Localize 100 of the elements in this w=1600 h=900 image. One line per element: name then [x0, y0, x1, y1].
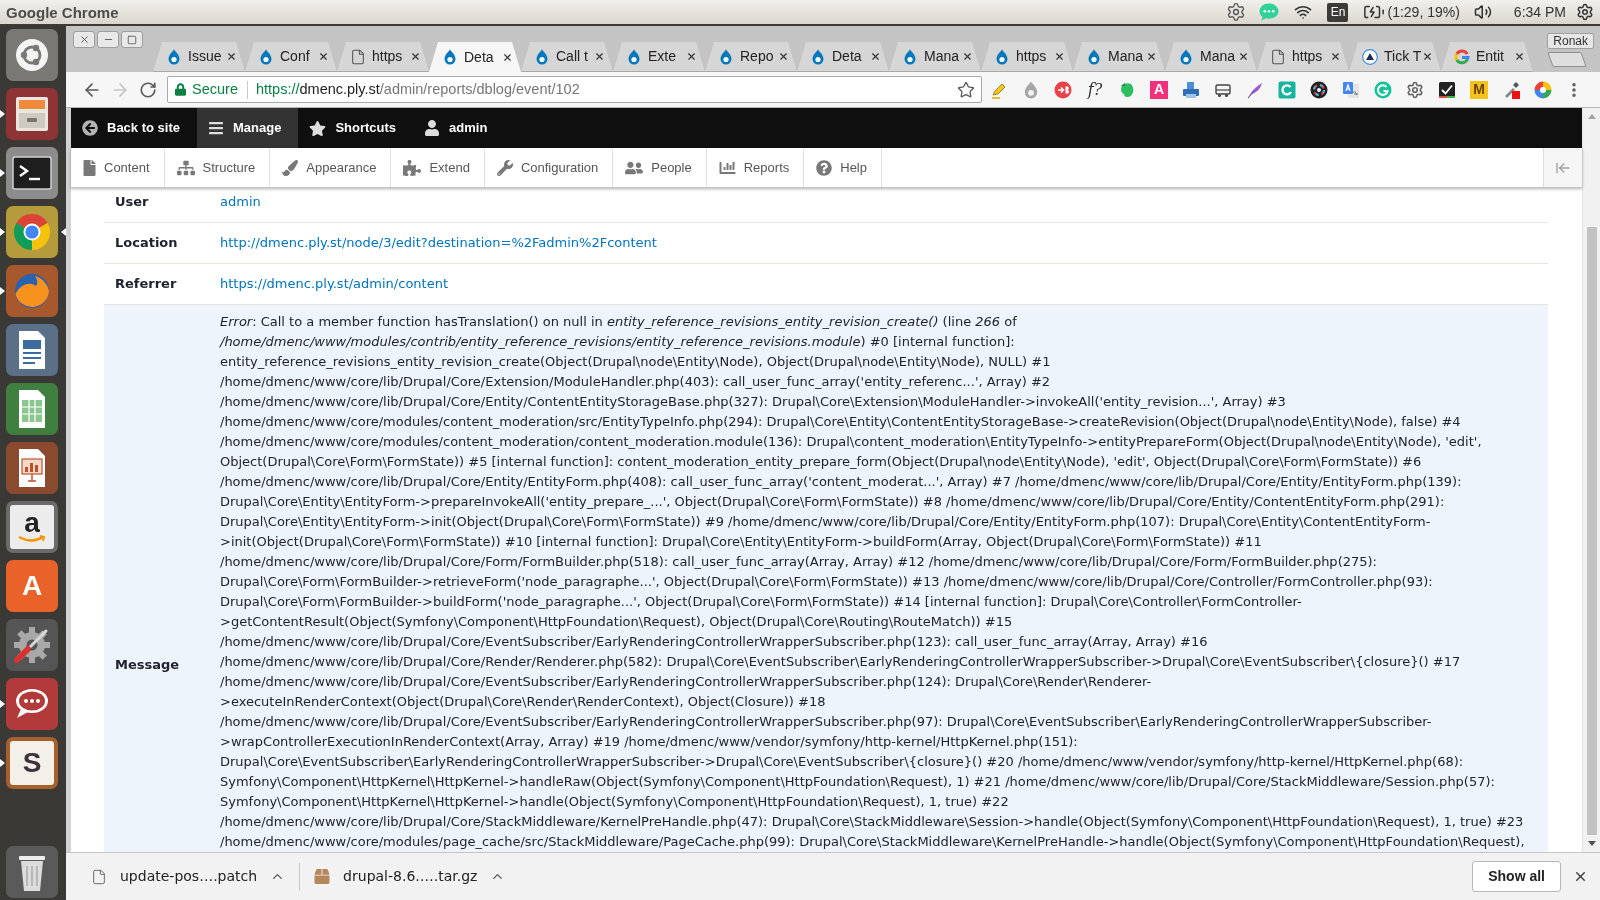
browser-tab[interactable]: https	[981, 42, 1073, 72]
close-icon[interactable]	[1238, 51, 1249, 62]
close-icon[interactable]	[1422, 51, 1433, 62]
close-icon[interactable]	[594, 51, 605, 62]
lock-icon	[175, 83, 186, 96]
ring-logo-icon[interactable]	[6, 206, 58, 258]
browser-tab[interactable]: Entit	[1441, 42, 1533, 72]
session-gear-icon[interactable]	[1576, 3, 1594, 21]
extension-button[interactable]: M	[1470, 80, 1488, 99]
browser-tab[interactable]: Mana	[1165, 42, 1257, 72]
download-item[interactable]: update-pos….patch	[80, 856, 300, 897]
tray-link[interactable]: Configuration	[484, 148, 614, 187]
wrench-icon	[496, 159, 513, 176]
toolbar-tab[interactable]: Manage	[197, 108, 299, 148]
bar-chart-icon	[718, 159, 736, 176]
user-icon	[424, 120, 441, 136]
square-ring-icon[interactable]	[1278, 80, 1296, 99]
gear-screwdriver-icon[interactable]	[6, 619, 58, 671]
launcher-app-button[interactable]: a	[6, 501, 58, 553]
clock[interactable]: 6:34 PM	[1513, 1, 1566, 23]
close-icon[interactable]	[1514, 51, 1525, 62]
close-icon[interactable]	[686, 51, 697, 62]
page-icon	[350, 48, 366, 65]
browser-tab[interactable]: Deta	[429, 42, 521, 72]
close-button[interactable]	[73, 31, 95, 48]
drop-icon	[718, 48, 734, 65]
browser-tab[interactable]: Mana	[1073, 42, 1165, 72]
tray-link[interactable]: Help	[804, 148, 882, 187]
speech-bubble-icon[interactable]	[6, 678, 58, 730]
show-all-button[interactable]: Show all	[1472, 861, 1561, 892]
close-icon[interactable]	[318, 51, 329, 62]
reload-icon[interactable]	[139, 80, 157, 99]
gear-icon[interactable]	[1226, 2, 1247, 22]
close-icon[interactable]	[778, 51, 789, 62]
browser-tab[interactable]: Tick T	[1349, 42, 1441, 72]
browser-tab[interactable]: Call t	[521, 42, 613, 72]
bookmark-star-icon[interactable]	[957, 80, 975, 99]
close-icon[interactable]	[1573, 869, 1588, 884]
browser-tab[interactable]: Mana	[889, 42, 981, 72]
drawer-icon[interactable]	[6, 88, 58, 140]
extension-button[interactable]: A	[1150, 80, 1168, 99]
tray-link[interactable]: Content	[71, 148, 165, 187]
scrollbar-thumb[interactable]	[1586, 227, 1597, 835]
browser-tab[interactable]: Issue	[153, 42, 245, 72]
presentation-icon[interactable]	[6, 442, 58, 494]
tray-link[interactable]: Structure	[164, 148, 271, 187]
volume-icon[interactable]	[1473, 3, 1492, 21]
browser-tab[interactable]: https	[1257, 42, 1349, 72]
printer-icon[interactable]	[1182, 80, 1200, 99]
close-icon[interactable]	[1146, 51, 1157, 62]
field-label: Location	[115, 235, 178, 250]
tray-link[interactable]: People	[613, 148, 707, 187]
close-icon[interactable]	[502, 51, 513, 63]
tray-link[interactable]: Appearance	[270, 148, 392, 187]
address-field[interactable]: Secure https://dmenc.ply.st/admin/reports/dblog/event/102	[167, 76, 982, 103]
field-link[interactable]: https://dmenc.ply.st/admin/content	[220, 276, 448, 291]
sphere-icon[interactable]	[1534, 80, 1552, 99]
launcher-app-button[interactable]: S	[6, 737, 58, 789]
tray-link[interactable]: Reports	[706, 148, 805, 187]
trash-icon[interactable]	[6, 846, 58, 898]
dash-icon[interactable]	[6, 29, 58, 81]
page-icon	[1270, 48, 1286, 65]
profile-button[interactable]: Ronak	[1547, 33, 1594, 49]
close-icon[interactable]	[410, 51, 421, 62]
check-square-icon[interactable]	[1438, 80, 1456, 99]
paintbrush-icon	[282, 159, 299, 176]
keyboard-layout-indicator[interactable]: En	[1327, 2, 1349, 22]
scroll-down-icon[interactable]	[1587, 841, 1596, 846]
orientation-toggle-button[interactable]	[1543, 148, 1582, 187]
field-label: Message	[115, 657, 180, 672]
translate-icon[interactable]	[1342, 80, 1360, 99]
field-link[interactable]: http://dmenc.ply.st/node/3/edit?destination=%2Fadmin%2Fcontent	[220, 235, 657, 250]
spreadsheet-icon[interactable]	[6, 383, 58, 435]
star-icon	[309, 119, 327, 137]
browser-tab[interactable]: Conf	[245, 42, 337, 72]
circle-badge-icon[interactable]	[1054, 80, 1072, 99]
browser-tab[interactable]: Repo	[705, 42, 797, 72]
drop-icon	[442, 49, 458, 65]
close-icon[interactable]	[962, 51, 973, 62]
gear-icon[interactable]	[1406, 80, 1424, 99]
feather-icon[interactable]	[1246, 80, 1264, 99]
wheel-icon[interactable]	[1310, 80, 1328, 99]
close-icon[interactable]	[1330, 51, 1341, 62]
browser-tab[interactable]: Exte	[613, 42, 705, 72]
globe-icon[interactable]	[6, 265, 58, 317]
field-link[interactable]: admin	[220, 194, 261, 209]
close-icon[interactable]	[226, 51, 237, 62]
maximize-button[interactable]	[121, 31, 143, 48]
tray-link[interactable]: Extend	[391, 148, 485, 187]
document-icon[interactable]	[6, 324, 58, 376]
ring-logo-icon	[1454, 48, 1470, 65]
close-icon[interactable]	[1054, 51, 1065, 62]
close-icon[interactable]	[870, 51, 881, 62]
page-icon	[83, 159, 96, 176]
browser-tab[interactable]: Deta	[797, 42, 889, 72]
download-item[interactable]: drupal-8.6.….tar.gz	[300, 856, 520, 897]
browser-tab[interactable]: https	[337, 42, 429, 72]
wifi-icon[interactable]	[1294, 3, 1313, 21]
extension-button[interactable]: f?	[1086, 79, 1104, 100]
terminal-icon[interactable]	[6, 147, 58, 199]
